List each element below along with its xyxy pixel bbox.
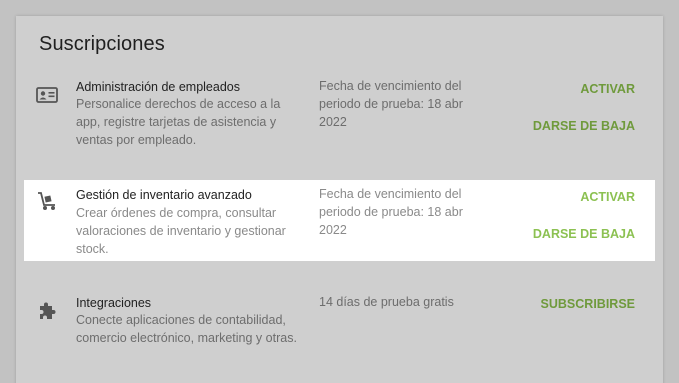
puzzle-icon bbox=[36, 300, 58, 320]
subscriptions-card: Suscripciones Administración de empleado… bbox=[16, 16, 663, 383]
subscribe-button[interactable]: SUBSCRIBIRSE bbox=[541, 297, 635, 311]
subscription-row-inventory: Gestión de inventario avanzado Crear órd… bbox=[24, 180, 655, 261]
subscription-name: Administración de empleados bbox=[76, 80, 240, 94]
subscription-row-employees: Administración de empleados Personalice … bbox=[16, 70, 663, 170]
unsubscribe-button[interactable]: DARSE DE BAJA bbox=[533, 119, 635, 133]
subscription-description: Conecte aplicaciones de contabilidad, co… bbox=[76, 313, 297, 345]
subscription-status: 14 días de prueba gratis bbox=[319, 295, 454, 309]
subscription-row-integrations: Integraciones Conecte aplicaciones de co… bbox=[16, 286, 663, 383]
subscription-name: Gestión de inventario avanzado bbox=[76, 188, 252, 202]
activate-button[interactable]: ACTIVAR bbox=[580, 82, 635, 96]
subscription-name: Integraciones bbox=[76, 296, 152, 310]
activate-button[interactable]: ACTIVAR bbox=[580, 190, 635, 204]
hand-truck-icon bbox=[36, 190, 58, 210]
subscription-status: Fecha de vencimiento del periodo de prue… bbox=[319, 187, 463, 237]
subscription-status: Fecha de vencimiento del periodo de prue… bbox=[319, 79, 463, 129]
id-card-icon bbox=[36, 85, 58, 105]
page: Suscripciones Administración de empleado… bbox=[0, 0, 679, 383]
subscription-description: Personalice derechos de acceso a la app,… bbox=[76, 97, 281, 147]
unsubscribe-button[interactable]: DARSE DE BAJA bbox=[533, 227, 635, 241]
page-title: Suscripciones bbox=[39, 33, 165, 55]
subscription-description: Crear órdenes de compra, consultar valor… bbox=[76, 206, 286, 256]
